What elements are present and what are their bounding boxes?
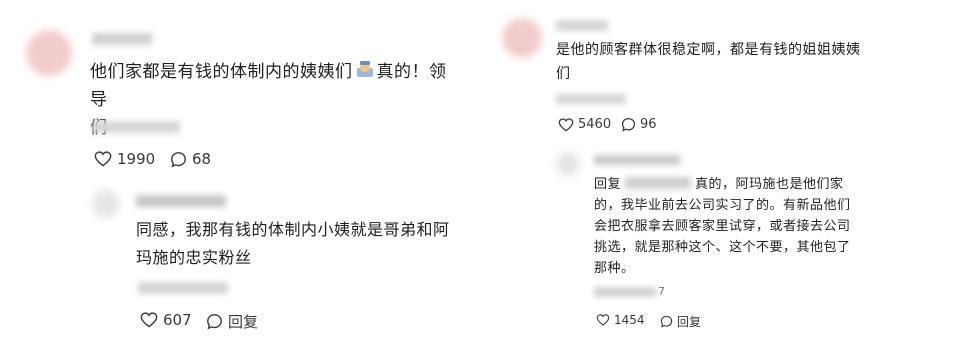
reply-line: 那种。 xyxy=(594,261,635,276)
reply-count: 96 xyxy=(640,117,657,132)
comment-text: 是他的顾客群体很稳定啊，都是有钱的姐姐姨姨 们 xyxy=(556,38,946,86)
reply-button[interactable]: 回复 xyxy=(660,313,701,330)
comment-line: 是他的顾客群体很稳定啊，都是有钱的姐姐姨姨 xyxy=(556,42,861,58)
reply-line: 挑选，就是那种这个、这个不要，其他包了 xyxy=(594,240,851,255)
timestamp-blurred xyxy=(92,121,180,133)
reply-text: 同感，我那有钱的体制内小姨就是哥弟和阿 玛施的忠实粉丝 xyxy=(136,216,476,272)
like-count: 5460 xyxy=(578,117,612,132)
reply-line: 会把衣服拿去顾客家里试穿，或者接去公司 xyxy=(594,219,851,234)
avatar[interactable] xyxy=(26,30,72,76)
avatar[interactable] xyxy=(92,190,120,218)
mention-blurred[interactable] xyxy=(625,177,692,189)
reply-text: 回复 真的，阿玛施也是他们家 的，我毕业前去公司实习了的。有新品他们 会把衣服拿去… xyxy=(594,174,894,279)
like-count: 1990 xyxy=(117,150,156,168)
reply-line: 同感，我那有钱的体制内小姨就是哥弟和阿 xyxy=(136,220,450,239)
heart-icon xyxy=(94,151,112,167)
username-blurred[interactable] xyxy=(136,195,226,207)
like-button[interactable]: 1990 xyxy=(94,150,155,168)
comment-line: 他们家都是有钱的体制内的姨姨们 xyxy=(90,62,353,82)
timestamp-blurred xyxy=(556,94,626,104)
comment-bubble-icon xyxy=(171,151,186,167)
like-button[interactable]: 1454 xyxy=(596,313,645,327)
like-button[interactable]: 5460 xyxy=(558,117,611,132)
reply-label: 回复 xyxy=(677,315,702,329)
reply-prefix: 回复 xyxy=(594,177,622,192)
timestamp-blurred xyxy=(138,282,228,294)
like-button[interactable]: 607 xyxy=(140,311,192,329)
comment-line: 们 xyxy=(556,66,571,82)
timestamp-blurred xyxy=(594,286,656,297)
comment-bubble-icon xyxy=(660,315,673,328)
heart-icon xyxy=(596,314,610,326)
reply-line: 玛施的忠实粉丝 xyxy=(136,248,252,267)
like-count: 1454 xyxy=(614,313,645,327)
heart-icon xyxy=(558,117,574,132)
reply-count-button[interactable]: 96 xyxy=(621,117,657,132)
reply-line: 真的，阿玛施也是他们家 xyxy=(695,177,844,192)
avatar[interactable] xyxy=(556,152,580,176)
username-blurred[interactable] xyxy=(92,33,152,45)
reply-count: 68 xyxy=(192,150,212,168)
like-count: 607 xyxy=(163,311,192,329)
reply-button[interactable]: 回复 xyxy=(206,311,258,332)
username-blurred[interactable] xyxy=(594,155,680,165)
timestamp-suffix: 7 xyxy=(658,285,665,298)
reply-label: 回复 xyxy=(228,313,259,331)
username-blurred[interactable] xyxy=(556,20,608,31)
comment-bubble-icon xyxy=(621,117,636,132)
emoji-icon xyxy=(354,60,376,80)
heart-icon xyxy=(140,312,158,328)
timestamp: 7 xyxy=(594,285,665,298)
reply-line: 的，我毕业前去公司实习了的。有新品他们 xyxy=(594,198,851,213)
comment-bubble-icon xyxy=(207,314,222,330)
avatar[interactable] xyxy=(502,18,542,58)
reply-count-button[interactable]: 68 xyxy=(170,150,211,168)
